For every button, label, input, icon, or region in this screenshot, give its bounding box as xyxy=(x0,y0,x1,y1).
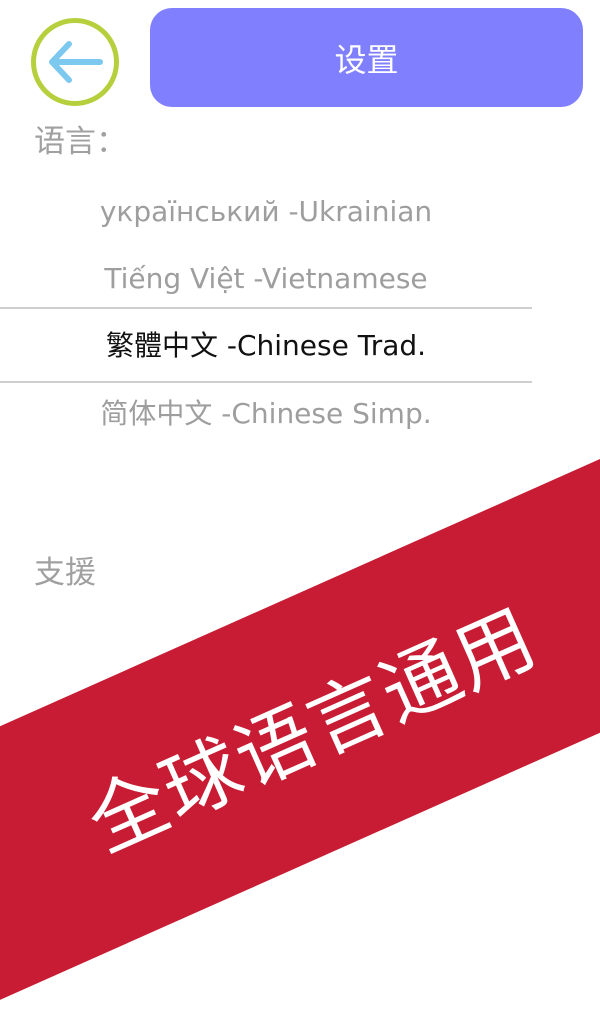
promo-banner-text: 全球语言通用 xyxy=(75,592,551,871)
settings-screen: 设置 语言： український -Ukrainian Tiếng Việt… xyxy=(0,0,600,1025)
picker-divider-top xyxy=(0,307,532,309)
language-picker[interactable]: український -Ukrainian Tiếng Việt -Vietn… xyxy=(0,178,532,448)
support-section-label: 支援 xyxy=(34,555,96,591)
page-title: 设置 xyxy=(334,40,399,79)
title-bar: 设置 xyxy=(150,8,583,107)
language-option-chinese-simplified[interactable]: 简体中文 -Chinese Simp. xyxy=(0,379,532,445)
promo-banner: 全球语言通用 xyxy=(0,435,600,1015)
back-button[interactable] xyxy=(31,18,119,106)
language-option-chinese-traditional[interactable]: 繁體中文 -Chinese Trad. xyxy=(0,311,532,377)
language-option-ukrainian[interactable]: український -Ukrainian xyxy=(0,178,532,244)
language-section-label: 语言： xyxy=(34,124,127,160)
language-option-vietnamese[interactable]: Tiếng Việt -Vietnamese xyxy=(0,245,532,311)
arrow-left-icon xyxy=(49,41,103,83)
